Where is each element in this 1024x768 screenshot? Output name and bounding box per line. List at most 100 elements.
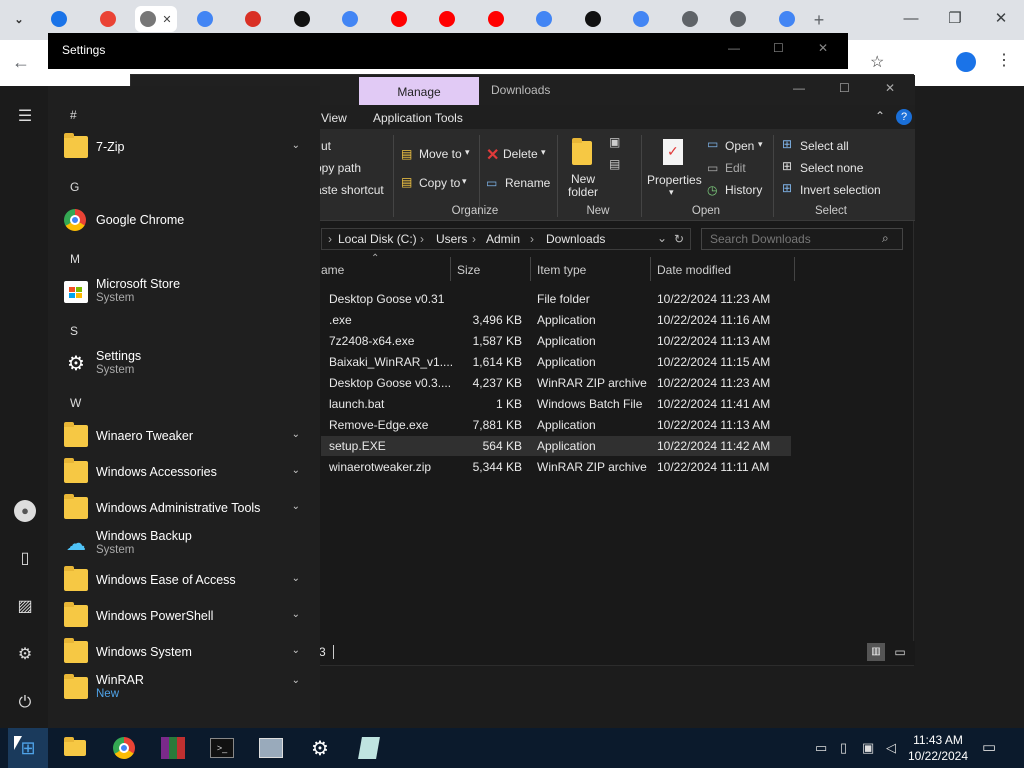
file-row[interactable]: Remove-Edge.exe 7,881 KB Application 10/22/… <box>321 415 791 435</box>
settings-gear-icon[interactable]: ⚙ <box>14 644 36 666</box>
easy-access-icon[interactable]: ▤ <box>609 157 620 171</box>
browser-tab[interactable] <box>717 6 759 32</box>
app-winaero-tweaker[interactable]: Winaero Tweaker ⌄ <box>62 419 312 455</box>
large-icons-view-button[interactable]: ▭ <box>891 643 909 661</box>
app-winrar[interactable]: WinRAR New ⌄ <box>62 671 312 707</box>
profile-avatar[interactable] <box>956 52 976 72</box>
new-tab-button[interactable]: + <box>806 8 832 32</box>
settings-minimize-button[interactable]: — <box>728 41 740 55</box>
section-header-w[interactable]: W <box>70 396 81 410</box>
search-box[interactable]: Search Downloads ⌕ <box>701 228 903 250</box>
taskbar-terminal[interactable]: >_ <box>208 734 236 762</box>
breadcrumb-admin[interactable]: Admin <box>486 232 520 246</box>
tab-manage[interactable]: Manage <box>359 77 479 105</box>
breadcrumb-downloads[interactable]: Downloads <box>546 232 605 246</box>
explorer-maximize-button[interactable]: ☐ <box>839 81 850 95</box>
invert-selection-button[interactable]: Invert selection <box>800 183 881 197</box>
taskbar-remote-desktop[interactable] <box>257 734 285 762</box>
section-header-hash[interactable]: # <box>70 108 77 122</box>
file-row[interactable]: Baixaki_WinRAR_v1.... 1,614 KB Application… <box>321 352 791 372</box>
notification-center-icon[interactable]: ▭ <box>982 738 996 756</box>
user-avatar-icon[interactable]: ● <box>14 500 36 522</box>
usb-icon[interactable]: ▯ <box>840 740 847 756</box>
tab-application-tools[interactable]: Application Tools <box>373 111 463 125</box>
tab-view[interactable]: View <box>321 111 347 125</box>
app-7zip[interactable]: 7-Zip ⌄ <box>62 130 312 166</box>
browser-tab[interactable] <box>426 6 468 32</box>
app-microsoft-store[interactable]: Microsoft Store System <box>62 275 312 311</box>
column-size[interactable]: Size <box>457 263 480 277</box>
column-date-modified[interactable]: Date modified <box>657 263 731 277</box>
edit-button[interactable]: Edit <box>725 161 746 175</box>
browser-tab[interactable] <box>329 6 371 32</box>
app-windows-accessories[interactable]: Windows Accessories ⌄ <box>62 455 312 491</box>
select-none-button[interactable]: Select none <box>800 161 863 175</box>
minimize-button[interactable]: — <box>896 8 926 30</box>
close-button[interactable]: ✕ <box>986 8 1016 30</box>
close-tab-icon[interactable]: ✕ <box>162 13 171 26</box>
cut-button[interactable]: ut <box>321 139 331 153</box>
browser-tab[interactable] <box>669 6 711 32</box>
browser-tab[interactable] <box>766 6 808 32</box>
settings-close-button[interactable]: ✕ <box>818 41 828 55</box>
help-icon[interactable]: ? <box>896 109 912 125</box>
hamburger-menu-icon[interactable]: ☰ <box>14 106 36 128</box>
history-button[interactable]: History <box>725 183 762 197</box>
taskbar-winrar[interactable] <box>159 734 187 762</box>
ribbon-collapse-icon[interactable]: ⌃ <box>875 109 885 123</box>
search-input[interactable]: Search Downloads <box>710 232 811 246</box>
rename-button[interactable]: Rename <box>505 176 550 190</box>
new-folder-button[interactable]: New folder <box>567 173 599 199</box>
system-clock[interactable]: 11:43 AM 10/22/2024 <box>904 732 972 764</box>
pictures-icon[interactable]: ▨ <box>14 596 36 618</box>
taskbar-file-explorer[interactable] <box>61 734 89 762</box>
app-windows-ease-of-access[interactable]: Windows Ease of Access ⌄ <box>62 563 312 599</box>
details-view-button[interactable]: ▥ <box>867 643 885 661</box>
section-header-g[interactable]: G <box>70 180 79 194</box>
column-name[interactable]: ame <box>321 263 344 277</box>
app-windows-administrative-tools[interactable]: Windows Administrative Tools ⌄ <box>62 491 312 527</box>
taskbar-settings[interactable]: ⚙ <box>306 734 334 762</box>
delete-button[interactable]: Delete <box>503 147 538 161</box>
app-windows-system[interactable]: Windows System ⌄ <box>62 635 312 671</box>
file-row[interactable]: .exe 3,496 KB Application 10/22/2024 11:16 … <box>321 310 791 330</box>
copy-to-button[interactable]: Copy to <box>419 176 460 190</box>
settings-maximize-button[interactable]: ☐ <box>773 41 784 55</box>
move-to-button[interactable]: Move to <box>419 147 462 161</box>
browser-tab[interactable] <box>232 6 274 32</box>
app-google-chrome[interactable]: Google Chrome <box>62 203 312 239</box>
file-row[interactable]: Desktop Goose v0.3.... 4,237 KB WinRAR ZIP… <box>321 373 791 393</box>
restore-button[interactable]: ❐ <box>940 8 970 30</box>
browser-tab[interactable] <box>87 6 129 32</box>
taskbar-chrome[interactable] <box>110 734 138 762</box>
browser-tab[interactable] <box>620 6 662 32</box>
bookmark-star-icon[interactable]: ☆ <box>870 52 890 74</box>
explorer-close-button[interactable]: ✕ <box>885 81 895 95</box>
app-settings[interactable]: ⚙ Settings System <box>62 347 312 383</box>
paste-shortcut-button[interactable]: aste shortcut <box>315 183 384 197</box>
file-row[interactable]: launch.bat 1 KB Windows Batch File 10/22/20… <box>321 394 791 414</box>
select-all-button[interactable]: Select all <box>800 139 849 153</box>
browser-tab[interactable] <box>281 6 323 32</box>
browser-tab[interactable] <box>572 6 614 32</box>
taskbar-notepad[interactable] <box>355 734 383 762</box>
file-row[interactable]: 7z2408-x64.exe 1,587 KB Application 10/22/2… <box>321 331 791 351</box>
file-row[interactable]: setup.EXE 564 KB Application 10/22/2024 11:… <box>321 436 791 456</box>
chevron-down-icon[interactable]: ⌄ <box>657 231 667 245</box>
section-header-m[interactable]: M <box>70 252 80 266</box>
browser-tab[interactable] <box>378 6 420 32</box>
properties-button[interactable]: Properties <box>647 173 702 187</box>
browser-tab[interactable] <box>475 6 517 32</box>
open-button[interactable]: Open <box>725 139 754 153</box>
menu-dots-icon[interactable]: ⋮ <box>996 50 1012 72</box>
browser-tab[interactable]: ✕ <box>135 6 177 32</box>
documents-icon[interactable]: ▯ <box>14 548 36 570</box>
refresh-icon[interactable]: ↻ <box>674 232 684 246</box>
back-icon[interactable]: ← <box>12 52 34 74</box>
new-item-icon[interactable]: ▣ <box>609 135 620 149</box>
browser-tab[interactable] <box>38 6 80 32</box>
tab-search-button[interactable]: ⌄ <box>4 6 34 32</box>
app-windows-powershell[interactable]: Windows PowerShell ⌄ <box>62 599 312 635</box>
power-icon[interactable]: ⏻ <box>14 692 36 714</box>
section-header-s[interactable]: S <box>70 324 78 338</box>
